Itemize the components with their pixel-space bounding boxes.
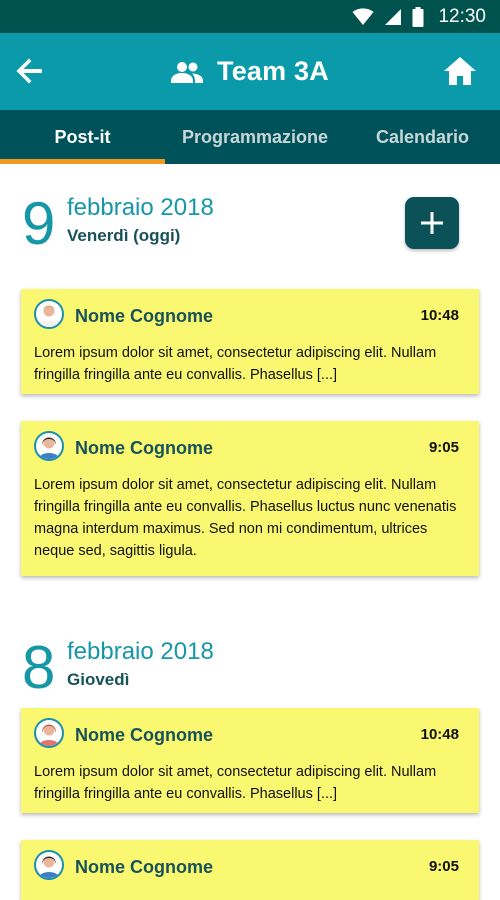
battery-icon — [412, 6, 424, 27]
note-text: Lorem ipsum dolor sit amet, consectetur … — [34, 345, 437, 383]
tab-bar: Post-it Programmazione Calendario — [0, 110, 500, 164]
note-time: 9:05 — [428, 858, 459, 875]
tab-programmazione[interactable]: Programmazione — [165, 110, 345, 164]
home-button[interactable] — [442, 53, 478, 89]
page-title: Team 3A — [217, 56, 329, 86]
status-time: 12:30 — [438, 5, 486, 27]
add-note-button[interactable] — [405, 197, 459, 249]
day-number: 9 — [22, 190, 56, 257]
tab-post-it[interactable]: Post-it — [0, 110, 165, 164]
note-card[interactable]: Nome Cognome 10:48 Lorem ipsum dolor sit… — [21, 708, 479, 813]
day-weekday: Venerdì (oggi) — [67, 226, 181, 245]
note-card[interactable]: Nome Cognome 9:05 Lorem ipsum dolor sit … — [21, 421, 479, 576]
avatar — [34, 431, 64, 461]
day-month-year: febbraio 2018 — [67, 638, 214, 665]
status-bar: 12:30 — [0, 0, 500, 33]
note-time: 10:48 — [420, 307, 459, 324]
signal-icon — [385, 8, 402, 25]
note-time: 9:05 — [428, 439, 459, 456]
note-author: Nome Cognome — [75, 306, 214, 326]
avatar — [34, 850, 64, 880]
note-card[interactable]: Nome Cognome 9:05 — [21, 840, 479, 900]
day-number: 8 — [22, 634, 56, 701]
note-time: 10:48 — [420, 726, 459, 743]
home-icon — [444, 57, 476, 85]
wifi-icon — [352, 7, 374, 25]
tab-calendario[interactable]: Calendario — [345, 110, 500, 164]
day-month-year: febbraio 2018 — [67, 194, 214, 221]
avatar — [34, 299, 64, 329]
note-author: Nome Cognome — [75, 438, 214, 458]
note-author: Nome Cognome — [75, 725, 214, 745]
app-bar: Team 3A — [0, 33, 500, 110]
day-weekday: Giovedì — [67, 670, 130, 689]
note-text: Lorem ipsum dolor sit amet, consectetur … — [34, 764, 437, 802]
note-card[interactable]: Nome Cognome 10:48 Lorem ipsum dolor sit… — [21, 289, 479, 394]
group-icon — [171, 61, 204, 83]
note-text: Lorem ipsum dolor sit amet, consectetur … — [34, 477, 457, 559]
note-author: Nome Cognome — [75, 857, 214, 877]
plus-icon — [421, 212, 443, 234]
avatar — [34, 718, 64, 748]
